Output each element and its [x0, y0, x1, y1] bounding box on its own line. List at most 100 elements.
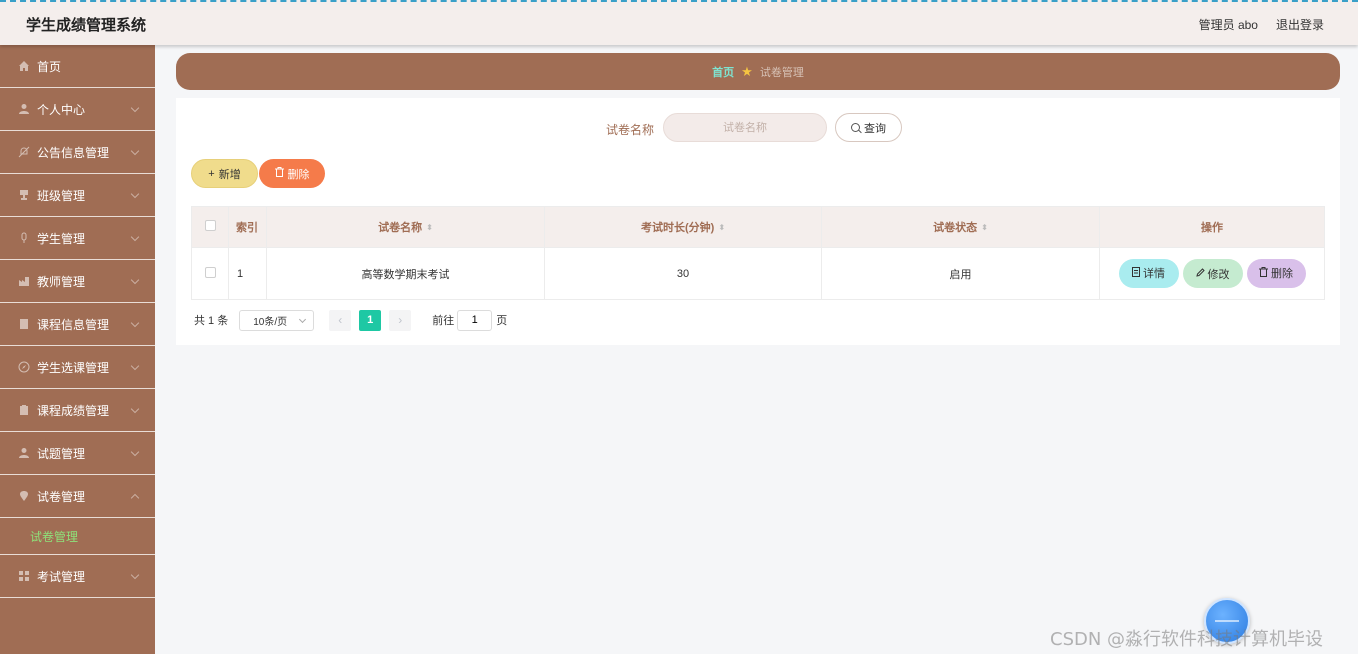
- table-header-row: 索引 试卷名称 ⬍ 考试时长(分钟) ⬍ 试卷状态 ⬍ 操作: [191, 206, 1325, 248]
- chevron-down-icon: [130, 570, 140, 580]
- sidebar-item-teacher[interactable]: 教师管理: [0, 260, 155, 303]
- sidebar-item-course-grades[interactable]: 课程成绩管理: [0, 389, 155, 432]
- watermark: CSDN @淼行软件科技计算机毕设: [1050, 629, 1324, 650]
- column-header-status[interactable]: 试卷状态 ⬍: [821, 206, 1100, 248]
- document-icon: [18, 318, 30, 330]
- sort-icon: ⬍: [426, 223, 433, 233]
- pencil-icon: [1195, 268, 1205, 280]
- sidebar-item-notice[interactable]: 公告信息管理: [0, 131, 155, 174]
- chevron-left-icon: ‹: [338, 313, 343, 327]
- prev-page-button[interactable]: ‹: [329, 309, 352, 331]
- chevron-right-icon: ›: [398, 313, 403, 327]
- breadcrumb-home[interactable]: 首页: [712, 64, 734, 80]
- data-table: 索引 试卷名称 ⬍ 考试时长(分钟) ⬍ 试卷状态 ⬍ 操作 1 高等数学期末考试 3…: [191, 206, 1325, 300]
- chevron-down-icon: [130, 447, 140, 457]
- user-label: 管理员 abo: [1198, 18, 1258, 32]
- row-select-cell: [191, 247, 229, 300]
- search-icon: [851, 123, 860, 132]
- plus-icon: +: [208, 167, 215, 180]
- chevron-up-icon: [130, 493, 140, 503]
- row-delete-button-label: 删除: [1271, 268, 1293, 281]
- sidebar-item-questions[interactable]: 试题管理: [0, 432, 155, 475]
- select-all-checkbox[interactable]: [204, 220, 216, 231]
- sidebar-item-class[interactable]: 班级管理: [0, 174, 155, 217]
- sidebar-item-course-selection[interactable]: 学生选课管理: [0, 346, 155, 389]
- sidebar-item-label: 学生管理: [37, 231, 86, 246]
- sidebar-item-label: 班级管理: [37, 188, 86, 203]
- sidebar-item-home[interactable]: 首页: [0, 45, 155, 88]
- chevron-down-icon: [130, 146, 140, 156]
- sidebar-item-label: 学生选课管理: [37, 360, 110, 375]
- page-number[interactable]: 1: [359, 309, 382, 331]
- factory-icon: [18, 275, 30, 287]
- sidebar-subitem-paper-management[interactable]: 试卷管理: [0, 518, 155, 555]
- cell-status: 启用: [821, 247, 1100, 300]
- sidebar-item-personal-center[interactable]: 个人中心: [0, 88, 155, 131]
- top-bar: 学生成绩管理系统 管理员 abo 退出登录: [0, 0, 1358, 45]
- location-icon: [18, 490, 30, 502]
- sidebar: 首页 个人中心 公告信息管理 班级管理 学生管理 教师管理 课程信息管理 学生选…: [0, 45, 155, 654]
- breadcrumb: 首页 ★ 试卷管理: [176, 53, 1340, 90]
- delete-button-label: 删除: [287, 168, 310, 181]
- detail-button[interactable]: 详情: [1118, 258, 1179, 288]
- page-size-value: 10条/页: [253, 316, 288, 328]
- sidebar-item-label: 考试管理: [37, 569, 86, 584]
- sidebar-item-student[interactable]: 学生管理: [0, 217, 155, 260]
- column-header-index: 索引: [228, 206, 267, 248]
- column-header-name[interactable]: 试卷名称 ⬍: [266, 206, 545, 248]
- app-title: 学生成绩管理系统: [26, 17, 147, 34]
- column-header-label: 考试时长(分钟): [640, 222, 715, 234]
- chevron-down-icon: [299, 315, 307, 323]
- column-header-duration[interactable]: 考试时长(分钟) ⬍: [544, 206, 822, 248]
- row-checkbox[interactable]: [204, 266, 216, 278]
- sidebar-item-label: 公告信息管理: [37, 145, 110, 160]
- cell-index: 1: [228, 247, 267, 300]
- sidebar-item-course-info[interactable]: 课程信息管理: [0, 303, 155, 346]
- edit-button-label: 修改: [1207, 268, 1230, 281]
- sort-icon: ⬍: [718, 223, 726, 233]
- add-button[interactable]: + 新增: [191, 159, 258, 188]
- pagination-total: 共 1 条: [194, 315, 229, 327]
- compass-icon: [18, 361, 30, 373]
- edit-button[interactable]: 修改: [1182, 259, 1243, 289]
- home-icon: [18, 60, 30, 72]
- column-header-label: 试卷名称: [378, 222, 423, 234]
- search-input[interactable]: [663, 113, 827, 142]
- next-page-button[interactable]: ›: [389, 309, 412, 331]
- chevron-down-icon: [130, 189, 140, 199]
- sort-icon: ⬍: [981, 223, 988, 233]
- sidebar-subitem-label: 试卷管理: [30, 529, 79, 544]
- column-header-label: 试卷状态: [933, 222, 978, 234]
- goto-page-input[interactable]: [457, 309, 493, 331]
- table-row: 1 高等数学期末考试 30 启用 详情 修改 删除: [191, 247, 1325, 300]
- batch-delete-button[interactable]: 删除: [259, 159, 325, 188]
- query-button[interactable]: 查询: [835, 113, 902, 142]
- goto-prefix: 前往: [432, 315, 455, 327]
- trophy-icon: [18, 189, 30, 201]
- chevron-down-icon: [130, 404, 140, 414]
- user-icon: [18, 103, 30, 115]
- user-icon: [18, 447, 30, 459]
- cell-name: 高等数学期末考试: [266, 247, 545, 300]
- chevron-down-icon: [130, 361, 140, 371]
- row-delete-button[interactable]: 删除: [1246, 258, 1306, 288]
- sidebar-item-exam[interactable]: 考试管理: [0, 555, 155, 598]
- cell-actions: 详情 修改 删除: [1099, 247, 1325, 300]
- detail-button-label: 详情: [1143, 268, 1165, 281]
- sidebar-item-label: 课程信息管理: [37, 317, 110, 332]
- trash-icon: [1259, 266, 1268, 280]
- star-icon: ★: [741, 64, 753, 79]
- sidebar-item-papers[interactable]: 试卷管理: [0, 475, 155, 518]
- search-label: 试卷名称: [606, 123, 655, 137]
- logout-link[interactable]: 退出登录: [1276, 16, 1324, 33]
- add-button-label: 新增: [218, 168, 241, 181]
- query-button-label: 查询: [864, 122, 886, 135]
- sidebar-item-label: 课程成绩管理: [37, 403, 110, 418]
- column-header-actions: 操作: [1099, 206, 1325, 248]
- pagination: 共 1 条 10条/页 ‹ 1 › 前往 页: [194, 309, 507, 331]
- trash-icon: [274, 167, 284, 180]
- main-panel: 试卷名称 查询 + 新增 删除 索引 试卷名称⬍ 考试时长(分钟)⬍ 试卷状态⬍…: [176, 98, 1340, 345]
- page-size-select[interactable]: 10条/页: [239, 309, 315, 331]
- chevron-down-icon: [130, 232, 140, 242]
- bell-off-icon: [18, 146, 30, 158]
